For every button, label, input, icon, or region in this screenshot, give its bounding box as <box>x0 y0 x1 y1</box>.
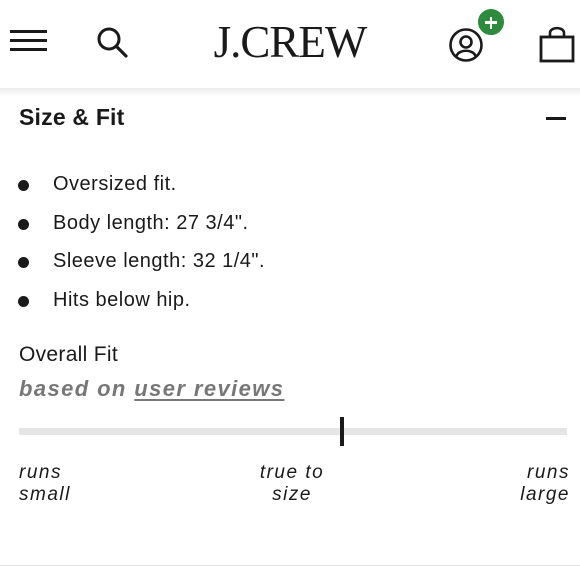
overall-fit-title: Overall Fit <box>19 343 118 366</box>
site-header: J.CREW <box>0 0 580 88</box>
scale-label-runs-large: runs large <box>450 462 570 506</box>
scale-label-line: large <box>520 484 570 505</box>
list-item: Sleeve length: 32 1/4". <box>0 247 580 286</box>
size-fit-details-list: Oversized fit. Body length: 27 3/4". Sle… <box>0 170 580 324</box>
list-item-text: Body length: 27 3/4". <box>53 211 249 234</box>
scale-label-line: true to <box>259 462 325 483</box>
bullet-dot-icon <box>18 295 29 307</box>
add-icon[interactable] <box>476 7 506 37</box>
collapse-minus-icon[interactable] <box>546 117 566 120</box>
scale-label-runs-small: runs small <box>19 462 139 506</box>
list-item-text: Oversized fit. <box>53 173 177 195</box>
jcrew-logo[interactable]: J.CREW <box>190 16 390 68</box>
hamburger-menu-icon[interactable] <box>10 27 48 55</box>
bullet-dot-icon <box>18 180 29 191</box>
list-item-text: Sleeve length: 32 1/4". <box>53 250 266 272</box>
shopping-bag-icon[interactable] <box>538 24 576 64</box>
header-shadow <box>0 88 580 96</box>
size-fit-heading[interactable]: Size & Fit <box>19 104 125 131</box>
fit-scale-track <box>19 428 567 435</box>
scale-label-line: small <box>19 484 71 505</box>
scale-label-line: runs <box>19 462 62 483</box>
bullet-dot-icon <box>18 257 29 268</box>
list-item: Oversized fit. <box>0 170 580 209</box>
scale-label-true-to-size: true to size <box>232 462 352 506</box>
list-item-text: Hits below hip. <box>53 288 191 311</box>
list-item: Hits below hip. <box>0 286 580 325</box>
search-icon[interactable] <box>94 24 130 60</box>
subtitle-prefix: based on <box>19 376 127 401</box>
scale-label-line: runs <box>527 462 570 483</box>
fit-indicator-marker <box>340 417 345 446</box>
overall-fit-subtitle: based on user reviews <box>19 376 284 402</box>
list-item: Body length: 27 3/4". <box>0 209 580 248</box>
section-divider <box>0 565 580 566</box>
user-reviews-link[interactable]: user reviews <box>134 376 284 401</box>
bullet-dot-icon <box>18 218 29 230</box>
scale-label-line: size <box>272 484 312 505</box>
